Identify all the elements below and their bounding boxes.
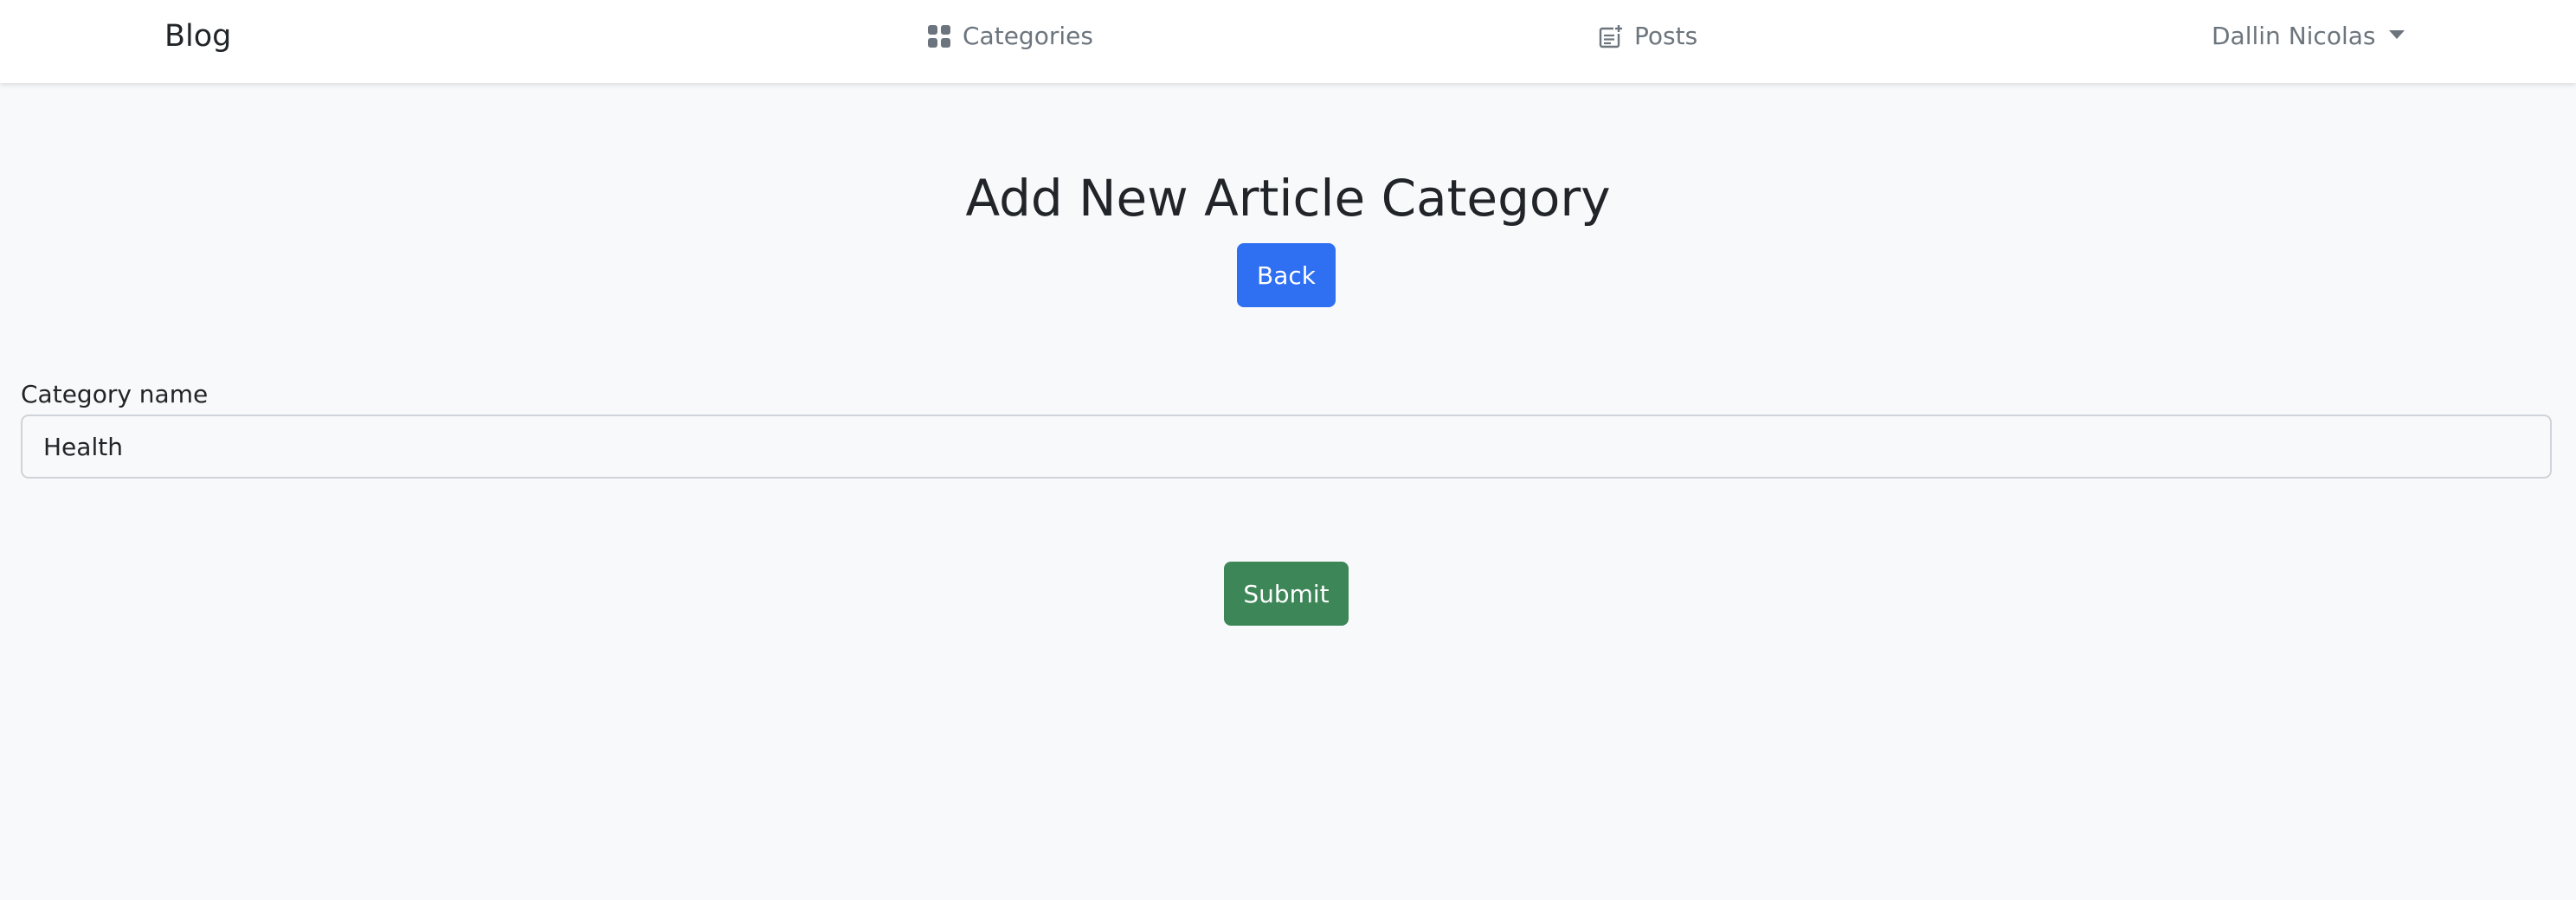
- back-button[interactable]: Back: [1237, 243, 1336, 307]
- category-name-label: Category name: [21, 380, 209, 408]
- user-name-label: Dallin Nicolas: [2212, 22, 2376, 50]
- user-menu-dropdown[interactable]: Dallin Nicolas: [2212, 19, 2405, 54]
- page-title: Add New Article Category: [965, 169, 1611, 228]
- post-add-icon: [1598, 23, 1624, 49]
- grid-icon: [926, 23, 952, 49]
- nav-posts-link[interactable]: Posts: [1598, 19, 1697, 54]
- nav-categories-link[interactable]: Categories: [926, 19, 1093, 54]
- top-navbar: Blog Categories Posts Dallin Nicolas: [0, 0, 2576, 83]
- nav-posts-label: Posts: [1634, 22, 1698, 50]
- nav-categories-label: Categories: [963, 22, 1093, 50]
- brand-link[interactable]: Blog: [164, 17, 231, 55]
- submit-button[interactable]: Submit: [1224, 562, 1349, 626]
- caret-down-icon: [2389, 30, 2405, 39]
- category-name-input[interactable]: [21, 415, 2552, 479]
